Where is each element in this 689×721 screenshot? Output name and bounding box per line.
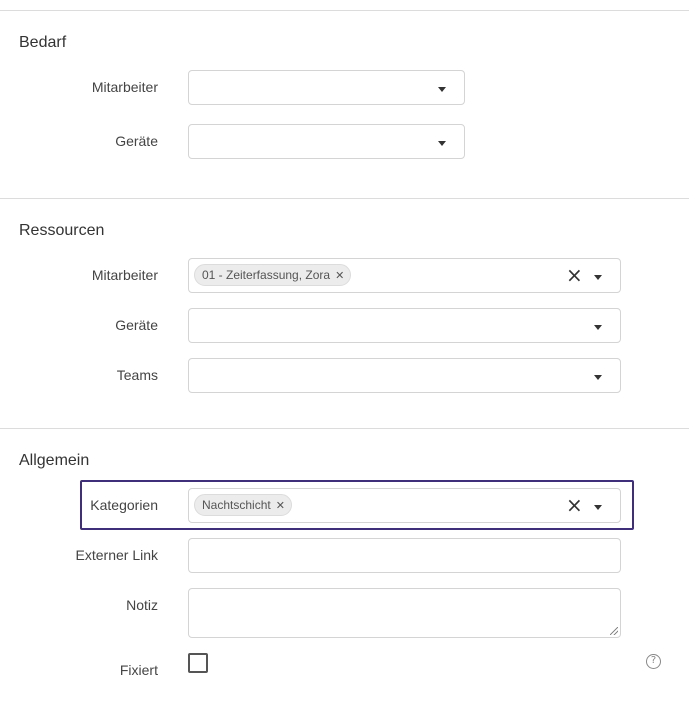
caret-down-icon[interactable] — [594, 505, 602, 510]
externer-link-input[interactable] — [188, 538, 621, 573]
close-icon[interactable]: × — [566, 495, 583, 515]
ressourcen-mitarbeiter-select[interactable]: 01 - Zeiterfassung, Zora ✕ × — [188, 258, 621, 293]
caret-down-icon[interactable] — [594, 325, 602, 330]
caret-down-icon[interactable] — [594, 275, 602, 280]
caret-down-icon[interactable] — [438, 141, 446, 146]
help-circle-icon[interactable]: ? — [646, 654, 661, 669]
caret-down-icon[interactable] — [438, 87, 446, 92]
ressourcen-teams-select[interactable] — [188, 358, 621, 393]
section-title-bedarf: Bedarf — [19, 34, 67, 51]
ressourcen-geraete-select[interactable] — [188, 308, 621, 343]
notiz-label: Notiz — [126, 597, 158, 613]
section-title-ressourcen: Ressourcen — [19, 222, 105, 239]
fixiert-checkbox[interactable] — [188, 653, 208, 673]
ressourcen-geraete-label: Geräte — [115, 317, 158, 333]
divider-top — [0, 10, 689, 11]
kategorien-label: Kategorien — [90, 497, 158, 513]
kategorien-select[interactable]: Nachtschicht ✕ × — [188, 488, 621, 523]
caret-down-icon[interactable] — [594, 375, 602, 380]
chip-mitarbeiter-label: 01 - Zeiterfassung, Zora — [202, 268, 331, 282]
chip-remove-icon[interactable]: ✕ — [335, 269, 344, 282]
resize-handle-icon[interactable] — [610, 627, 618, 635]
chip-remove-icon[interactable]: ✕ — [276, 499, 285, 512]
bedarf-geraete-label: Geräte — [115, 133, 158, 149]
bedarf-geraete-select[interactable] — [188, 124, 465, 159]
chip-nachtschicht-label: Nachtschicht — [202, 498, 271, 512]
notiz-textarea[interactable] — [188, 588, 621, 638]
section-title-allgemein: Allgemein — [19, 452, 90, 469]
divider-allgemein — [0, 428, 689, 429]
fixiert-label: Fixiert — [119, 662, 158, 678]
chip-nachtschicht: Nachtschicht ✕ — [194, 494, 292, 516]
chip-mitarbeiter: 01 - Zeiterfassung, Zora ✕ — [194, 264, 352, 286]
ressourcen-teams-label: Teams — [116, 367, 158, 383]
externer-link-label: Externer Link — [75, 547, 158, 563]
bedarf-mitarbeiter-label: Mitarbeiter — [91, 79, 158, 95]
divider-ressourcen — [0, 198, 689, 199]
bedarf-mitarbeiter-select[interactable] — [188, 70, 465, 105]
close-icon[interactable]: × — [566, 265, 583, 285]
ressourcen-mitarbeiter-label: Mitarbeiter — [91, 267, 158, 283]
